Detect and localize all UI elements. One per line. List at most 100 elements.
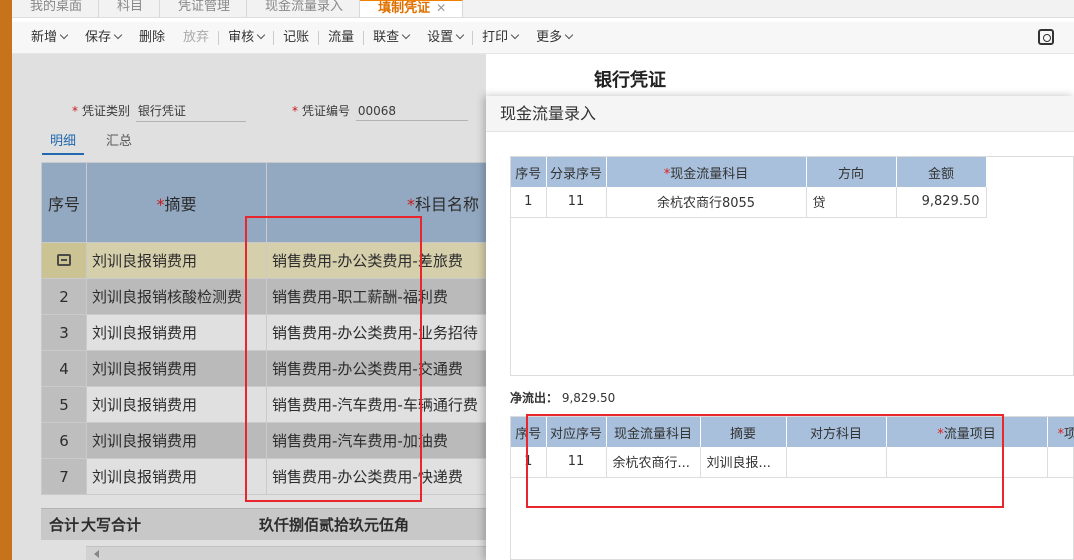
discard-button[interactable]: 放弃: [174, 28, 218, 48]
row-handle-icon[interactable]: [57, 253, 71, 266]
tab-summary[interactable]: 汇总: [98, 130, 140, 155]
row-amount[interactable]: 9,829.50: [896, 187, 987, 218]
table-row[interactable]: 1 11 余杭农商行8055 贷 9,829.50: [511, 187, 987, 218]
voucher-type-field: * 凭证类别 银行凭证: [72, 102, 246, 122]
column-header-summary: 摘要: [700, 417, 787, 447]
column-header-summary: *摘要: [86, 162, 267, 243]
row-flow-item[interactable]: [886, 447, 1048, 478]
row-entry-seq: 11: [546, 187, 607, 218]
close-icon[interactable]: ✕: [436, 1, 446, 15]
voucher-type-label: 凭证类别: [82, 104, 131, 118]
row-account[interactable]: 销售费用-办公类费用-快递费: [266, 458, 487, 495]
dialog-title: 现金流量录入: [486, 96, 1074, 132]
column-header-direction: 方向: [806, 157, 897, 187]
settings-button[interactable]: 设置: [418, 28, 472, 48]
row-direction[interactable]: 贷: [806, 187, 897, 218]
row-summary[interactable]: 刘训良报销费用: [86, 242, 267, 279]
column-header-flow-item: *流量项目: [886, 417, 1048, 447]
row-seq: [41, 242, 87, 279]
net-outflow: 净流出： 9,829.50: [510, 389, 615, 406]
row-summary[interactable]: 刘训良报销费用: [86, 350, 267, 387]
table-row[interactable]: 5 刘训良报销费用 销售费用-汽车费用-车辆通行费: [41, 386, 487, 423]
column-header-account: *科目名称: [266, 162, 487, 243]
account-header-label: 科目名称: [415, 194, 480, 214]
save-label: 保存: [85, 29, 112, 45]
required-mark: *: [72, 104, 78, 118]
tab-desktop[interactable]: 我的桌面: [12, 0, 100, 17]
row-seq: 7: [41, 458, 87, 495]
post-button[interactable]: 记账: [274, 28, 318, 48]
cashflow-item-panel: 序号 对应序号 现金流量科目 摘要 对方科目 *流量项目 *项 1 11 余杭农…: [510, 416, 1074, 560]
row-summary[interactable]: 刘训良报销费用: [86, 314, 267, 351]
table-row[interactable]: 1 11 余杭农商行... 刘训良报...: [511, 447, 1074, 478]
column-header-extra: *项: [1047, 417, 1074, 447]
tab-voucher-management[interactable]: 凭证管理: [160, 0, 248, 17]
cashflow-item-table: 序号 对应序号 现金流量科目 摘要 对方科目 *流量项目 *项 1 11 余杭农…: [511, 417, 1074, 478]
row-account[interactable]: 销售费用-办公类费用-业务招待: [266, 314, 487, 351]
row-summary[interactable]: 刘训良报销核酸检测费: [86, 278, 267, 315]
search-icon[interactable]: [1038, 29, 1054, 45]
voucher-no-label: 凭证编号: [302, 104, 351, 118]
new-button[interactable]: 新增: [22, 28, 76, 48]
save-button[interactable]: 保存: [76, 28, 130, 48]
table-row[interactable]: 6 刘训良报销费用 销售费用-汽车费用-加油费: [41, 422, 487, 459]
column-header-seq: 序号: [511, 157, 547, 187]
cashflow-account-header-label: 现金流量科目: [670, 166, 749, 182]
row-entry-seq: 11: [546, 447, 607, 478]
column-header-amount: 金额: [896, 157, 987, 187]
print-button[interactable]: 打印: [473, 28, 527, 48]
row-summary[interactable]: 刘训良报...: [700, 447, 787, 478]
summary-header-label: 摘要: [164, 194, 197, 214]
column-header-cashflow-account: 现金流量科目: [606, 417, 701, 447]
voucher-entries-table: 序号 *摘要 *科目名称 刘训良报销费用 销售费用-办公类费用-差旅费 2 刘训…: [41, 162, 487, 495]
cashflow-button[interactable]: 流量: [319, 28, 363, 48]
row-summary[interactable]: 刘训良报销费用: [86, 386, 267, 423]
voucher-no-field: * 凭证编号 00068: [292, 102, 468, 121]
table-row[interactable]: 2 刘训良报销核酸检测费 销售费用-职工薪酬-福利费: [41, 278, 487, 315]
row-account[interactable]: 销售费用-汽车费用-车辆通行费: [266, 386, 487, 423]
row-account[interactable]: 销售费用-汽车费用-加油费: [266, 422, 487, 459]
voucher-no-input[interactable]: 00068: [355, 104, 468, 121]
table-row[interactable]: 7 刘训良报销费用 销售费用-办公类费用-快递费: [41, 458, 487, 495]
row-account[interactable]: 销售费用-办公类费用-交通费: [266, 350, 487, 387]
row-cashflow-account[interactable]: 余杭农商行8055: [606, 187, 807, 218]
row-account[interactable]: 销售费用-职工薪酬-福利费: [266, 278, 487, 315]
table-row[interactable]: 4 刘训良报销费用 销售费用-办公类费用-交通费: [41, 350, 487, 387]
toolbar: 新增 保存 删除 放弃 审核 记账 流量 联查 设置 打印 更多: [12, 22, 1074, 54]
row-seq: 1: [511, 447, 547, 478]
delete-button[interactable]: 删除: [130, 28, 174, 48]
chevron-down-icon: [59, 30, 69, 39]
net-outflow-label: 净流出：: [510, 391, 559, 405]
total-caps-label: 大写合计: [81, 516, 142, 534]
more-button[interactable]: 更多: [527, 28, 581, 48]
voucher-type-input[interactable]: 银行凭证: [135, 102, 246, 122]
total-caps-value: 玖仟捌佰贰拾玖元伍角: [259, 516, 410, 534]
tab-cashflow-entry[interactable]: 现金流量录入: [247, 0, 361, 17]
audit-label: 审核: [228, 29, 255, 45]
column-header-seq: 序号: [511, 417, 547, 447]
row-summary[interactable]: 刘训良报销费用: [86, 422, 267, 459]
row-account[interactable]: 销售费用-办公类费用-差旅费: [266, 242, 487, 279]
horizontal-scrollbar[interactable]: [86, 546, 486, 560]
row-seq: 4: [41, 350, 87, 387]
flow-item-header-label: 流量项目: [943, 426, 996, 442]
tab-accounts[interactable]: 科目: [99, 0, 161, 17]
left-accent-stripe: [0, 0, 12, 560]
row-cashflow-account[interactable]: 余杭农商行...: [606, 447, 701, 478]
tab-detail[interactable]: 明细: [42, 130, 85, 155]
row-extra[interactable]: [1047, 447, 1074, 478]
chevron-down-icon: [510, 30, 520, 39]
tab-bar: 我的桌面 科目 凭证管理 现金流量录入 填制凭证 ✕: [12, 0, 1074, 18]
audit-button[interactable]: 审核: [219, 28, 273, 48]
new-label: 新增: [31, 29, 58, 45]
required-mark: *: [292, 104, 298, 118]
row-counter-account[interactable]: [786, 447, 887, 478]
settings-label: 设置: [427, 29, 454, 45]
table-row[interactable]: 3 刘训良报销费用 销售费用-办公类费用-业务招待: [41, 314, 487, 351]
row-seq: 1: [511, 187, 547, 218]
table-row[interactable]: 刘训良报销费用 销售费用-办公类费用-差旅费: [41, 242, 487, 279]
row-summary[interactable]: 刘训良报销费用: [86, 458, 267, 495]
cashflow-account-table: 序号 分录序号 *现金流量科目 方向 金额 1 11 余杭农商行8055 贷 9…: [511, 157, 987, 218]
query-button[interactable]: 联查: [364, 28, 418, 48]
tab-fill-voucher[interactable]: 填制凭证 ✕: [360, 0, 464, 17]
